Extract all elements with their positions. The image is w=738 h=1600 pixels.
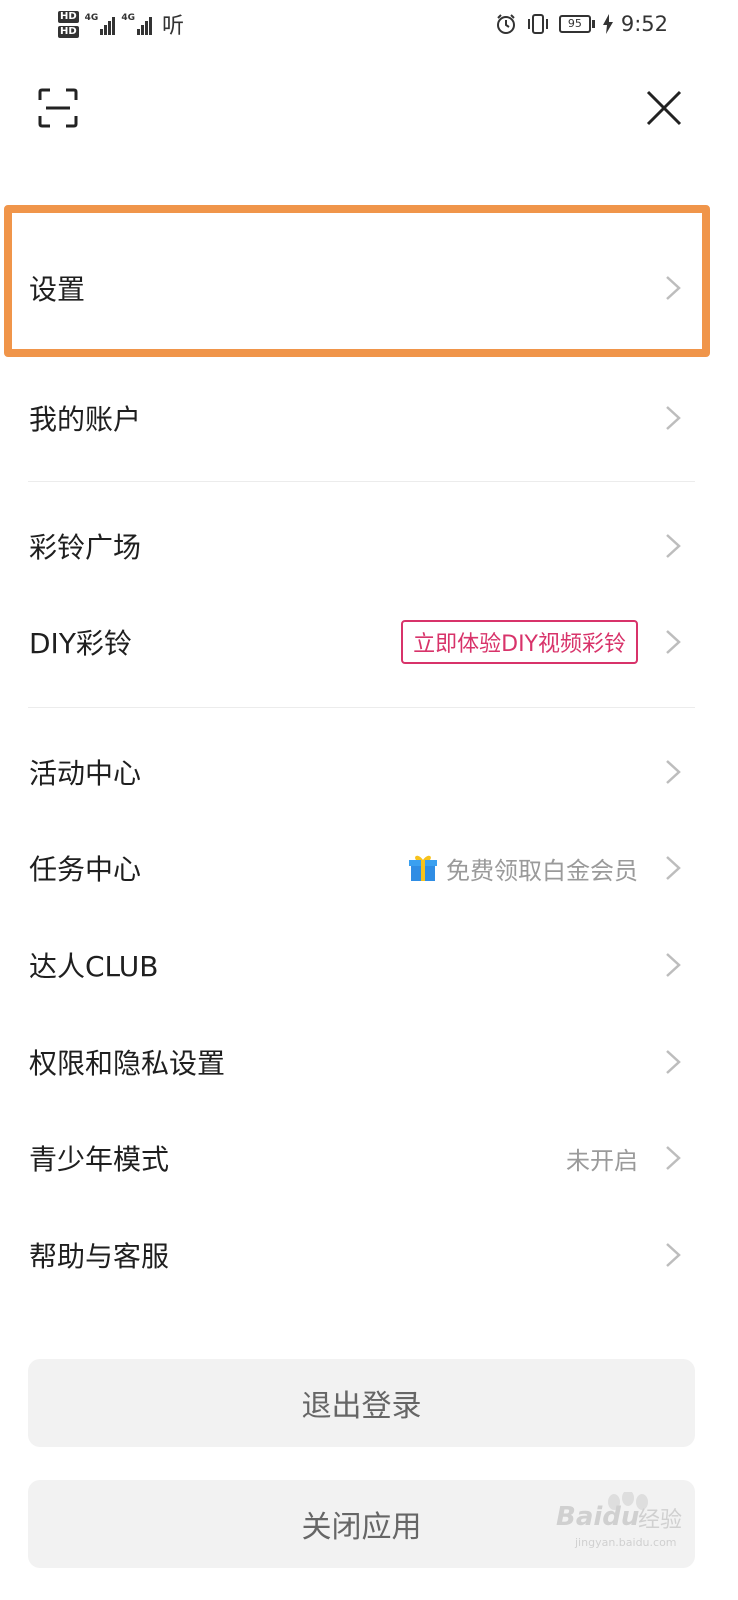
app-indicator: 听 [161,14,184,39]
battery-icon: 95 [558,15,595,33]
divider [28,481,695,482]
signal-2-icon: 4G [121,13,152,35]
menu-item-label: 设置 [29,273,86,306]
menu-right: 未开启 [566,1141,638,1176]
chevron-right-icon [666,1146,681,1170]
watermark-cn: 经验 [638,1508,683,1533]
task-promo-text: 免费领取白金会员 [446,856,638,885]
menu-right: 免费领取白金会员 [408,851,638,886]
close-icon [646,90,682,126]
menu-item-label: 帮助与客服 [29,1240,170,1273]
signal-1-icon: 4G [85,13,116,35]
hd2-icon: HD [58,25,79,38]
chevron-right-icon [666,1243,681,1267]
watermark-brand: Baidu [556,1502,640,1532]
gift-icon [409,855,437,881]
menu-item-label: 彩铃广场 [29,531,142,564]
menu-item-club[interactable]: 达人CLUB [0,917,738,1013]
menu-item-privacy[interactable]: 权限和隐私设置 [0,1014,738,1110]
hd-indicators: HD HD [58,10,79,38]
chevron-right-icon [666,276,681,300]
menu-item-settings[interactable]: 设置 [0,240,738,336]
menu-item-label: DIY彩铃 [29,627,132,660]
vibrate-icon [527,14,548,34]
alarm-icon [496,14,515,34]
chevron-right-icon [666,953,681,977]
youth-status: 未开启 [566,1146,638,1175]
menu-item-label: 权限和隐私设置 [29,1047,226,1080]
menu-item-plaza[interactable]: 彩铃广场 [0,498,738,594]
menu-item-account[interactable]: 我的账户 [0,370,738,466]
diy-promo-badge[interactable]: 立即体验DIY视频彩铃 [401,620,638,664]
chevron-right-icon [666,856,681,880]
menu-item-task[interactable]: 任务中心 免费领取白金会员 [0,820,738,916]
menu-item-label: 活动中心 [29,757,142,790]
chevron-right-icon [666,630,681,654]
chevron-right-icon [666,1050,681,1074]
status-bar: HD HD 4G 4G 听 95 9:52 [0,0,738,56]
menu-item-label: 达人CLUB [29,950,159,983]
charging-icon [602,14,613,34]
menu-right: 立即体验DIY视频彩铃 [401,620,638,664]
menu-item-help[interactable]: 帮助与客服 [0,1207,738,1303]
chevron-right-icon [666,406,681,430]
chevron-right-icon [666,534,681,558]
menu-item-youth[interactable]: 青少年模式 未开启 [0,1110,738,1206]
scan-icon [38,88,78,128]
chevron-right-icon [666,760,681,784]
status-left: HD HD 4G 4G 听 [58,8,184,40]
watermark-url: jingyan.baidu.com [575,1536,677,1549]
menu-item-label: 任务中心 [29,853,142,886]
logout-button[interactable]: 退出登录 [28,1359,695,1447]
close-button[interactable] [642,86,686,130]
status-right: 95 9:52 [495,12,668,36]
clock: 9:52 [620,12,668,36]
menu-item-label: 我的账户 [29,403,142,436]
menu-item-diy[interactable]: DIY彩铃 立即体验DIY视频彩铃 [0,594,738,690]
scan-button[interactable] [36,86,80,130]
menu-item-activity[interactable]: 活动中心 [0,724,738,820]
hd1-icon: HD [58,10,79,23]
divider [28,707,695,708]
menu-item-label: 青少年模式 [29,1143,170,1176]
